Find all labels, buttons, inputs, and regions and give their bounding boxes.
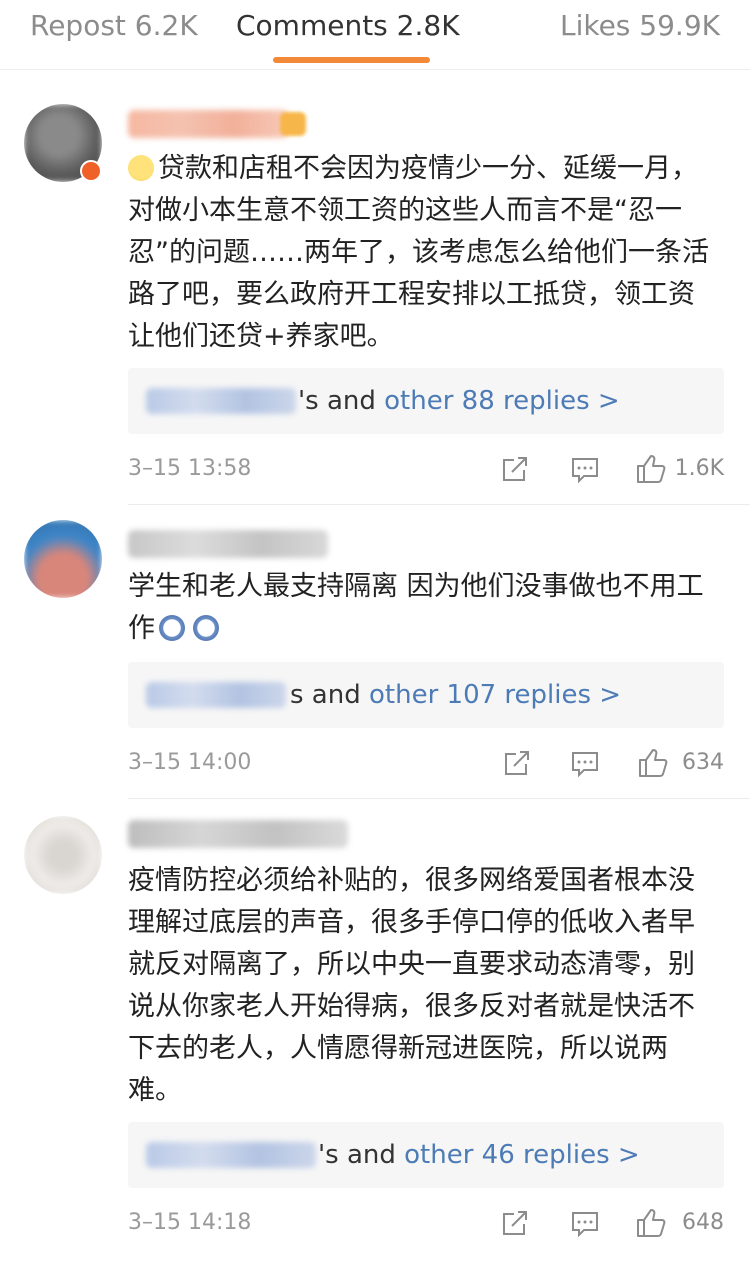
replier-name bbox=[146, 388, 296, 414]
comment-icon[interactable] bbox=[568, 452, 602, 486]
replies-link[interactable]: other 46 replies > bbox=[404, 1140, 640, 1170]
username[interactable] bbox=[128, 820, 348, 848]
replies-prefix: 's and bbox=[298, 386, 376, 416]
username[interactable] bbox=[128, 110, 288, 138]
like-thumb-icon[interactable] bbox=[636, 746, 670, 780]
replies-prefix: 's and bbox=[318, 1140, 396, 1170]
replies-prefix: s and bbox=[290, 680, 361, 710]
share-icon[interactable] bbox=[500, 746, 534, 780]
comment-icon[interactable] bbox=[568, 746, 602, 780]
replies-link[interactable]: other 88 replies > bbox=[384, 386, 620, 416]
tab-repost[interactable]: Repost 6.2K bbox=[30, 8, 198, 44]
like-count: 634 bbox=[682, 750, 724, 775]
avatar[interactable] bbox=[24, 520, 102, 598]
replier-name bbox=[146, 1142, 316, 1168]
replies-link[interactable]: other 107 replies > bbox=[369, 680, 621, 710]
replies-box[interactable]: 's and other 46 replies > bbox=[128, 1122, 724, 1188]
like-count: 648 bbox=[682, 1210, 724, 1235]
replies-box[interactable]: 's and other 88 replies > bbox=[128, 368, 724, 434]
replies-box[interactable]: s and other 107 replies > bbox=[128, 662, 724, 728]
share-icon[interactable] bbox=[498, 1206, 532, 1240]
timestamp: 3–15 14:18 bbox=[128, 1210, 252, 1235]
comment-meta: 3–15 14:18 648 bbox=[128, 1206, 724, 1246]
avatar[interactable] bbox=[24, 816, 102, 894]
share-icon[interactable] bbox=[498, 452, 532, 486]
timestamp: 3–15 14:00 bbox=[128, 750, 252, 775]
like-thumb-icon[interactable] bbox=[634, 1206, 668, 1240]
panda-crying-icon bbox=[159, 615, 185, 641]
tab-likes[interactable]: Likes 59.9K bbox=[560, 8, 720, 44]
comment-text: 贷款和店租不会因为疫情少一分、延缓一月，对做小本生意不领工资的这些人而言不是“忍… bbox=[128, 153, 709, 352]
sad-face-icon bbox=[128, 155, 154, 181]
tab-comments[interactable]: Comments 2.8K bbox=[236, 8, 460, 44]
replier-name bbox=[146, 682, 286, 708]
divider bbox=[128, 798, 750, 799]
comment-text: 疫情防控必须给补贴的，很多网络爱国者根本没理解过底层的声音，很多手停口停的低收入… bbox=[128, 865, 695, 1106]
comment-meta: 3–15 14:00 634 bbox=[128, 746, 724, 786]
timestamp: 3–15 13:58 bbox=[128, 456, 252, 481]
comment-icon[interactable] bbox=[568, 1206, 602, 1240]
verified-badge-icon bbox=[80, 160, 102, 182]
username[interactable] bbox=[128, 530, 328, 558]
like-count: 1.6K bbox=[674, 456, 724, 481]
comment-text: 学生和老人最支持隔离 因为他们没事做也不用工作 bbox=[128, 571, 704, 644]
active-tab-indicator bbox=[273, 57, 430, 63]
like-thumb-icon[interactable] bbox=[634, 452, 668, 486]
tab-bar: Repost 6.2K Comments 2.8K Likes 59.9K bbox=[0, 0, 750, 70]
vip-crown-icon bbox=[280, 112, 306, 136]
panda-crying-icon bbox=[193, 615, 219, 641]
comment-meta: 3–15 13:58 1.6K bbox=[128, 452, 724, 492]
divider bbox=[128, 504, 750, 505]
